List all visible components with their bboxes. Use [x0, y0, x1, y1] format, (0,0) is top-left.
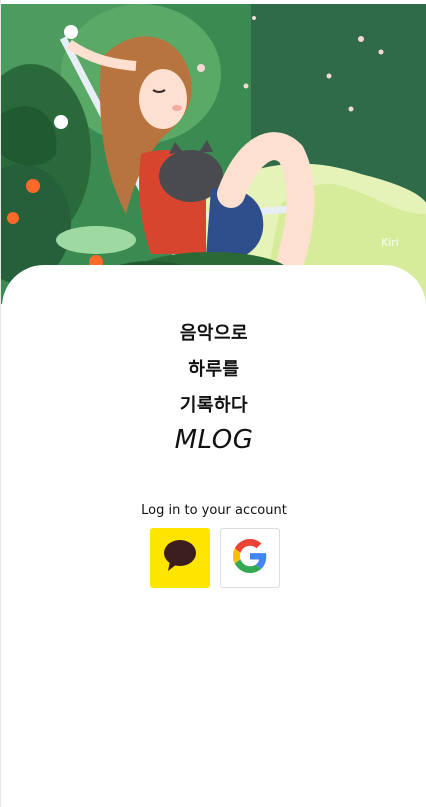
hero-illustration: Kiri — [1, 4, 426, 304]
google-g-icon — [233, 539, 267, 577]
kakao-chat-bubble-icon — [162, 539, 198, 577]
login-screen: Kiri 음악으로 하루를 기록하다 MLOG Log in to your a… — [0, 0, 426, 807]
social-login-row — [150, 528, 280, 588]
tagline-line-2: 하루를 — [188, 359, 240, 380]
google-login-button[interactable] — [220, 528, 280, 588]
brand-logo-text: MLOG — [174, 425, 254, 455]
svg-text:Kiri: Kiri — [381, 236, 399, 249]
login-prompt: Log in to your account — [141, 503, 287, 518]
tagline-line-1: 음악으로 — [179, 323, 249, 344]
tagline-line-3: 기록하다 — [179, 395, 249, 416]
kakao-login-button[interactable] — [150, 528, 210, 588]
